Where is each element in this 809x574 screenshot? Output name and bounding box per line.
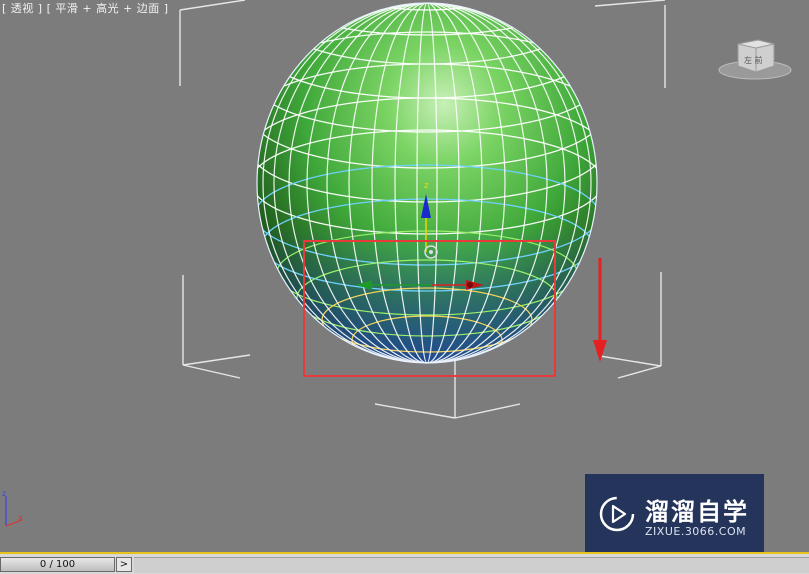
next-frame-button[interactable]: > xyxy=(116,557,132,572)
view-cube-icon[interactable]: 左 前 xyxy=(718,36,792,82)
down-arrow-annotation xyxy=(593,258,607,362)
gizmo-z-label: z xyxy=(424,181,429,191)
scene-canvas[interactable]: z xyxy=(0,0,809,552)
watermark-badge: 溜溜自学 ZIXUE.3066.COM xyxy=(585,474,764,552)
viewport-label[interactable]: [ 透视 ] [ 平滑 + 高光 + 边面 ] xyxy=(2,0,169,16)
timeline-track[interactable] xyxy=(134,557,809,573)
time-slider[interactable]: 0 / 100 xyxy=(0,557,115,572)
axis-x-label: x xyxy=(18,513,23,522)
perspective-viewport[interactable]: z [ 透视 ] [ 平滑 + 高光 + 边面 ] 左 前 z x 溜溜自学 Z… xyxy=(0,0,809,552)
navcube-face-label: 左 前 xyxy=(744,55,763,65)
watermark-title: 溜溜自学 xyxy=(645,498,749,526)
play-logo-icon xyxy=(599,496,635,532)
timeline-bar: 0 / 100 > xyxy=(0,552,809,574)
watermark-url: ZIXUE.3066.COM xyxy=(645,525,747,538)
axis-z-label: z xyxy=(2,489,6,498)
axis-tripod-icon: z x xyxy=(2,489,23,527)
